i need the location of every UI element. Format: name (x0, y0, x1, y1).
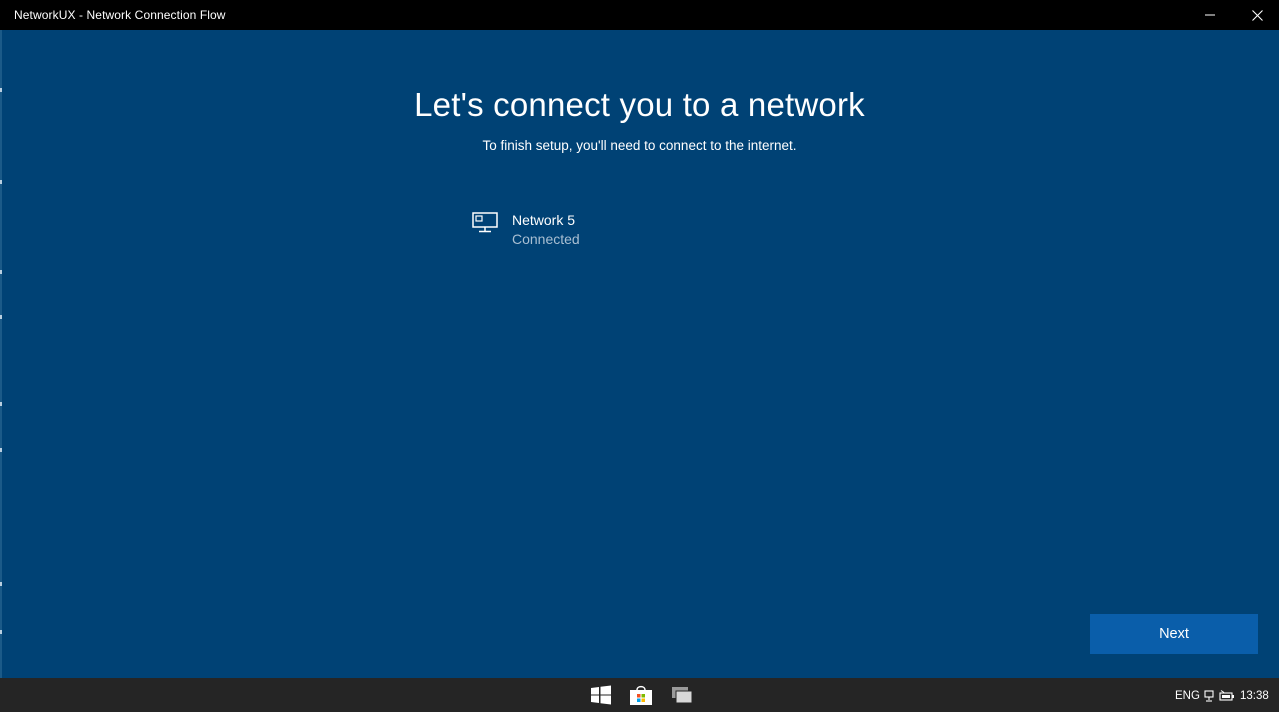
minimize-button[interactable] (1187, 0, 1233, 30)
network-list-item[interactable]: Network 5 Connected (468, 206, 728, 254)
close-icon (1251, 9, 1263, 21)
taskbar-task-view-button[interactable] (670, 684, 694, 706)
taskbar-store-button[interactable] (629, 684, 653, 706)
window-title: NetworkUX - Network Connection Flow (14, 8, 226, 22)
taskbar: ENG 13:38 (0, 678, 1279, 712)
clock[interactable]: 13:38 (1240, 690, 1269, 702)
page-title: Let's connect you to a network (414, 86, 865, 123)
network-status: Connected (512, 231, 580, 247)
page-subtitle: To finish setup, you'll need to connect … (482, 138, 797, 153)
store-icon (630, 685, 652, 705)
title-bar: NetworkUX - Network Connection Flow (0, 0, 1279, 30)
window-edge (0, 30, 2, 678)
taskbar-start-button[interactable] (589, 684, 613, 706)
app-window: NetworkUX - Network Connection Flow Let'… (0, 0, 1279, 678)
network-icon[interactable] (1204, 690, 1214, 702)
next-button[interactable]: Next (1090, 614, 1258, 654)
language-indicator[interactable]: ENG (1175, 690, 1200, 702)
battery-icon[interactable] (1219, 690, 1235, 702)
network-name: Network 5 (512, 212, 576, 228)
windows-start-icon (591, 685, 611, 705)
ethernet-network-icon (472, 212, 498, 233)
minimize-icon (1205, 14, 1215, 16)
close-button[interactable] (1234, 0, 1279, 30)
task-view-icon (672, 687, 693, 704)
